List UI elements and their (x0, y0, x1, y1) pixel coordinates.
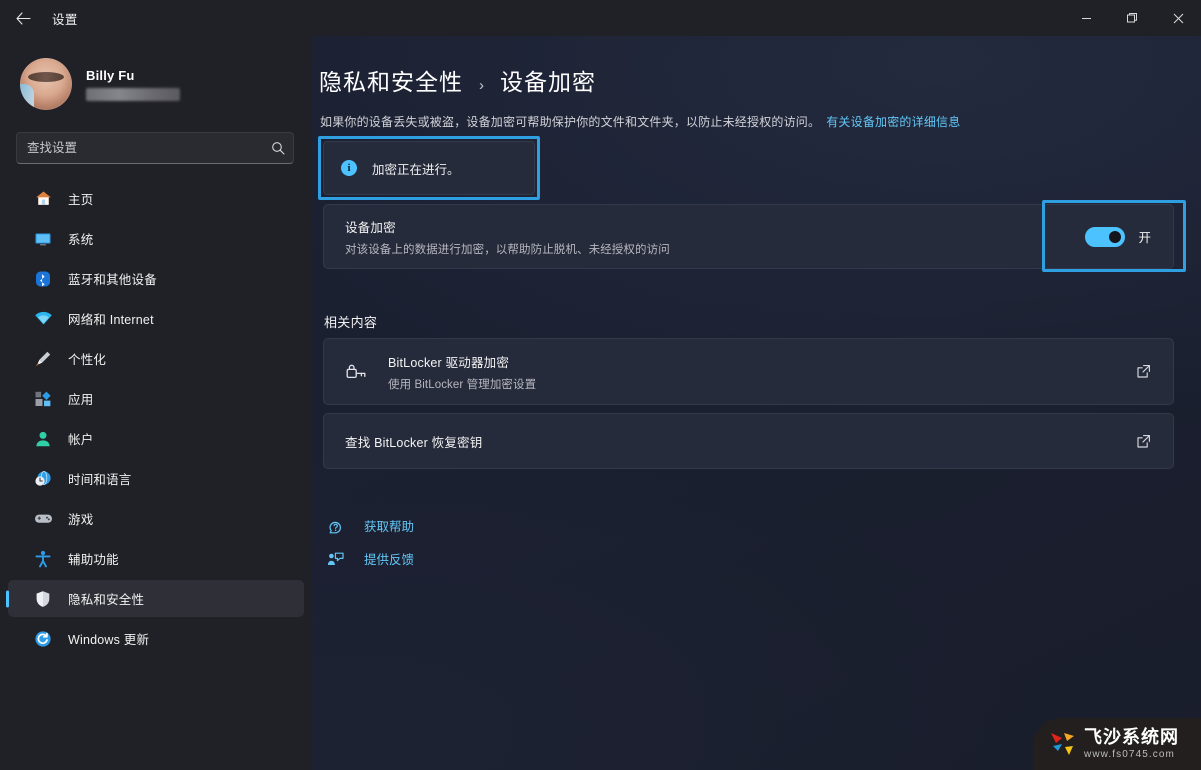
watermark-text: 飞沙系统网 www.fs0745.com (1084, 728, 1179, 760)
accessibility-person-icon (32, 548, 54, 570)
encryption-status-banner: i 加密正在进行。 (323, 141, 535, 195)
sidebar-item-privacy-security[interactable]: 隐私和安全性 (8, 580, 304, 617)
learn-more-link[interactable]: 有关设备加密的详细信息 (826, 115, 960, 129)
device-encryption-texts: 设备加密 对该设备上的数据进行加密，以帮助防止脱机、未经授权的访问 (345, 217, 1085, 257)
toggle-knob (1109, 230, 1122, 243)
sidebar-item-system[interactable]: 系统 (8, 220, 304, 257)
sidebar-item-label: 蓝牙和其他设备 (68, 273, 157, 287)
profile-name: Billy Fu (86, 67, 135, 83)
bitlocker-texts: BitLocker 驱动器加密 使用 BitLocker 管理加密设置 (388, 352, 1136, 392)
settings-window: 设置 Billy Fu 查找设置 主页 系统 蓝牙和其他设备 网络和 Inter… (0, 0, 1201, 770)
sidebar: Billy Fu 查找设置 主页 系统 蓝牙和其他设备 网络和 Internet… (0, 36, 312, 770)
sidebar-item-label: 隐私和安全性 (68, 593, 145, 607)
clock-globe-icon (32, 468, 54, 490)
minimize-button[interactable] (1063, 0, 1109, 36)
avatar (20, 58, 72, 110)
external-link-icon[interactable] (1136, 364, 1151, 379)
bitlocker-subtitle: 使用 BitLocker 管理加密设置 (388, 378, 537, 391)
site-watermark: 飞沙系统网 www.fs0745.com (1033, 718, 1201, 770)
device-encryption-toggle-wrap: 开 (1085, 226, 1151, 247)
sidebar-item-label: Windows 更新 (68, 633, 150, 647)
main-content: 隐私和安全性 › 设备加密 如果你的设备丢失或被盗，设备加密可帮助保护你的文件和… (312, 36, 1201, 770)
bitlocker-drive-encryption-row[interactable]: BitLocker 驱动器加密 使用 BitLocker 管理加密设置 (323, 338, 1174, 405)
encryption-status-text: 加密正在进行。 (372, 162, 460, 177)
bluetooth-icon (32, 268, 54, 290)
related-section-title: 相关内容 (324, 315, 378, 330)
breadcrumb: 隐私和安全性 › 设备加密 (312, 36, 1201, 97)
breadcrumb-parent[interactable]: 隐私和安全性 (319, 63, 463, 97)
footer-links: 获取帮助 提供反馈 (324, 509, 414, 575)
title-bar: 设置 (0, 0, 1201, 36)
sidebar-item-bluetooth[interactable]: 蓝牙和其他设备 (8, 260, 304, 297)
sidebar-item-label: 个性化 (68, 353, 107, 367)
get-help-link[interactable]: 获取帮助 (324, 509, 414, 542)
give-feedback-link[interactable]: 提供反馈 (324, 542, 414, 575)
sidebar-item-label: 系统 (68, 233, 94, 247)
sidebar-item-time-language[interactable]: 时间和语言 (8, 460, 304, 497)
account-person-icon (32, 428, 54, 450)
page-title: 设备加密 (500, 69, 596, 95)
maximize-button[interactable] (1109, 0, 1155, 36)
toggle-state-label: 开 (1138, 231, 1151, 245)
window-title: 设置 (52, 12, 78, 27)
padlock-key-icon (345, 363, 369, 381)
help-question-icon (324, 518, 346, 534)
sidebar-item-label: 网络和 Internet (68, 313, 154, 327)
maximize-icon (1127, 13, 1137, 23)
minimize-icon (1081, 17, 1091, 19)
sidebar-item-label: 游戏 (68, 513, 94, 527)
sidebar-item-apps[interactable]: 应用 (8, 380, 304, 417)
sidebar-item-network[interactable]: 网络和 Internet (8, 300, 304, 337)
bitlocker-title: BitLocker 驱动器加密 (388, 355, 510, 370)
search-input[interactable] (17, 133, 263, 163)
sidebar-item-label: 主页 (68, 193, 94, 207)
device-encryption-title: 设备加密 (345, 220, 396, 235)
watermark-logo-icon (1047, 729, 1077, 759)
sidebar-item-label: 辅助功能 (68, 553, 119, 567)
recovery-key-texts: 查找 BitLocker 恢复密钥 (345, 432, 1136, 451)
sidebar-item-home[interactable]: 主页 (8, 180, 304, 217)
shield-icon (32, 588, 54, 610)
system-monitor-icon (32, 228, 54, 250)
sidebar-item-label: 应用 (68, 393, 94, 407)
arrow-left-icon (15, 11, 31, 25)
info-icon: i (341, 160, 357, 176)
watermark-name: 飞沙系统网 (1084, 727, 1179, 747)
device-encryption-row[interactable]: 设备加密 对该设备上的数据进行加密，以帮助防止脱机、未经授权的访问 开 (323, 204, 1174, 269)
sidebar-item-accessibility[interactable]: 辅助功能 (8, 540, 304, 577)
home-icon (32, 188, 54, 210)
wifi-icon (32, 308, 54, 330)
page-description-text: 如果你的设备丢失或被盗，设备加密可帮助保护你的文件和文件夹，以防止未经授权的访问… (320, 115, 821, 129)
sidebar-nav: 主页 系统 蓝牙和其他设备 网络和 Internet 个性化 应用 帐户 时间和… (0, 180, 312, 657)
give-feedback-label: 提供反馈 (364, 553, 415, 567)
search-icon (263, 141, 293, 155)
sidebar-item-windows-update[interactable]: Windows 更新 (8, 620, 304, 657)
external-link-icon[interactable] (1136, 434, 1151, 449)
close-button[interactable] (1155, 0, 1201, 36)
gamepad-icon (32, 508, 54, 530)
sidebar-item-personalization[interactable]: 个性化 (8, 340, 304, 377)
profile-email-redacted (86, 87, 180, 101)
breadcrumb-separator-icon: › (479, 77, 484, 94)
profile-section[interactable]: Billy Fu (0, 36, 312, 114)
device-encryption-toggle[interactable] (1085, 226, 1126, 247)
feedback-icon (324, 551, 346, 567)
back-button[interactable] (0, 1, 46, 35)
device-encryption-subtitle: 对该设备上的数据进行加密，以帮助防止脱机、未经授权的访问 (345, 243, 670, 256)
find-bitlocker-recovery-key-row[interactable]: 查找 BitLocker 恢复密钥 (323, 413, 1174, 469)
close-icon (1173, 13, 1183, 23)
sidebar-item-gaming[interactable]: 游戏 (8, 500, 304, 537)
recovery-key-title: 查找 BitLocker 恢复密钥 (345, 435, 483, 450)
profile-text: Billy Fu (86, 68, 180, 101)
watermark-url: www.fs0745.com (1084, 749, 1175, 760)
page-description: 如果你的设备丢失或被盗，设备加密可帮助保护你的文件和文件夹，以防止未经授权的访问… (312, 97, 1201, 130)
update-refresh-icon (32, 628, 54, 650)
search-box[interactable] (16, 132, 294, 164)
apps-icon (32, 388, 54, 410)
get-help-label: 获取帮助 (364, 520, 415, 534)
sidebar-item-label: 帐户 (68, 433, 94, 447)
sidebar-item-accounts[interactable]: 帐户 (8, 420, 304, 457)
paintbrush-icon (32, 348, 54, 370)
sidebar-item-label: 时间和语言 (68, 473, 132, 487)
